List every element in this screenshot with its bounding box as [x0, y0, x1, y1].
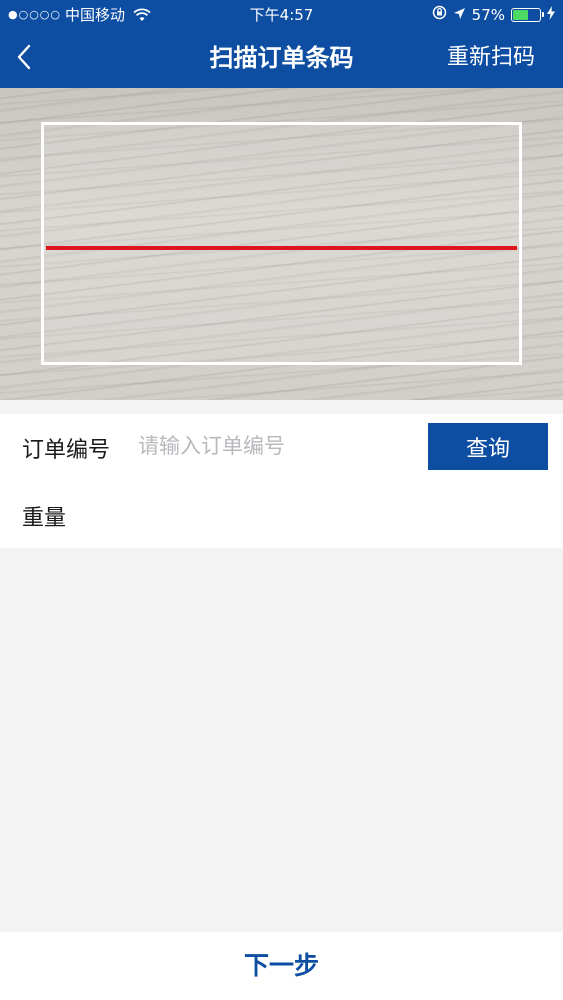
next-step-button[interactable]: 下一步	[0, 932, 563, 1000]
order-number-row: 订单编号 查询	[0, 414, 563, 480]
scan-frame	[41, 122, 522, 365]
rescan-button[interactable]: 重新扫码	[447, 30, 535, 88]
location-arrow-icon	[453, 0, 466, 30]
orientation-lock-icon	[432, 0, 447, 30]
section-gap	[0, 400, 563, 414]
battery-level-fill	[513, 10, 528, 20]
order-number-input[interactable]	[138, 428, 408, 464]
bottom-bar: 下一步	[0, 932, 563, 1000]
order-number-label: 订单编号	[22, 438, 111, 463]
battery-percent: 57%	[471, 6, 505, 24]
order-form: 订单编号 查询 重量	[0, 414, 563, 548]
query-button[interactable]: 查询	[428, 423, 548, 470]
weight-label: 重量	[22, 506, 67, 531]
navigation-bar: 扫描订单条码 重新扫码	[0, 30, 563, 88]
status-right: 57%	[432, 0, 555, 30]
charging-icon	[547, 0, 555, 30]
weight-row: 重量	[0, 484, 563, 548]
top-bar: ●○○○○ 中国移动 下午4:57 57% 扫描订单条码 重新扫码	[0, 0, 563, 88]
battery-icon	[511, 8, 544, 22]
camera-preview	[0, 88, 563, 400]
status-bar: ●○○○○ 中国移动 下午4:57 57%	[0, 0, 563, 30]
scan-line	[46, 246, 517, 250]
